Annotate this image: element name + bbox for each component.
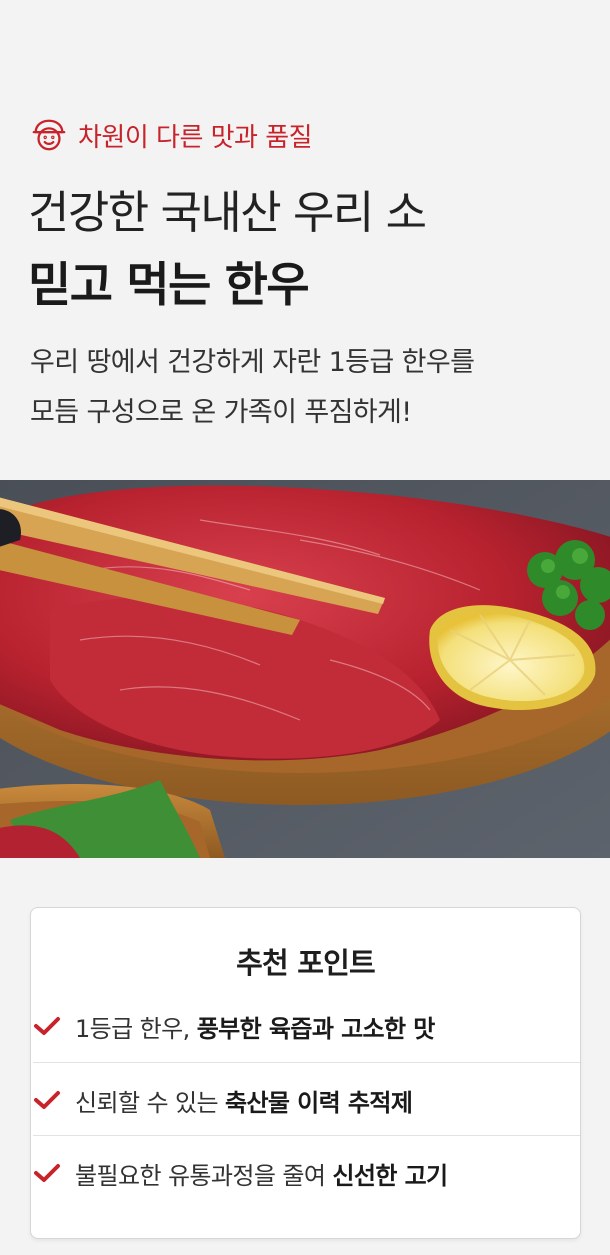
page-title-line1: 건강한 국내산 우리 소 — [28, 186, 427, 239]
point-item: 불필요한 유통과정을 줄여 신선한 고기 — [33, 1135, 580, 1210]
check-icon — [34, 1091, 60, 1109]
point-bold: 신선한 고기 — [332, 1161, 448, 1190]
beef-platter-photo — [0, 480, 610, 858]
point-plain: 1등급 한우, — [75, 1014, 197, 1043]
description-line1: 우리 땅에서 건강하게 자란 1등급 한우를 — [30, 347, 475, 378]
check-icon — [34, 1017, 60, 1035]
point-plain: 신뢰할 수 있는 — [75, 1088, 225, 1117]
point-text: 신뢰할 수 있는 축산물 이력 추적제 — [75, 1083, 413, 1118]
card-title: 추천 포인트 — [236, 946, 376, 980]
point-bold: 풍부한 육즙과 고소한 맛 — [196, 1014, 436, 1043]
point-item: 1등급 한우, 풍부한 육즙과 고소한 맛 — [33, 989, 580, 1063]
description: 우리 땅에서 건강하게 자란 1등급 한우를 모듬 구성으로 온 가족이 푸짐하… — [30, 338, 475, 438]
check-icon — [34, 1164, 60, 1182]
description-line2: 모듬 구성으로 온 가족이 푸짐하게! — [30, 397, 412, 428]
point-item: 신뢰할 수 있는 축산물 이력 추적제 — [33, 1062, 580, 1137]
page-title-line2: 믿고 먹는 한우 — [28, 258, 310, 313]
point-plain: 불필요한 유통과정을 줄여 — [75, 1161, 333, 1190]
point-text: 1등급 한우, 풍부한 육즙과 고소한 맛 — [75, 1009, 435, 1044]
eyebrow: 차원이 다른 맛과 품질 — [30, 116, 313, 154]
eyebrow-text: 차원이 다른 맛과 품질 — [78, 122, 313, 153]
chef-face-icon — [32, 119, 66, 151]
point-bold: 축산물 이력 추적제 — [224, 1088, 413, 1117]
point-text: 불필요한 유통과정을 줄여 신선한 고기 — [75, 1156, 448, 1191]
